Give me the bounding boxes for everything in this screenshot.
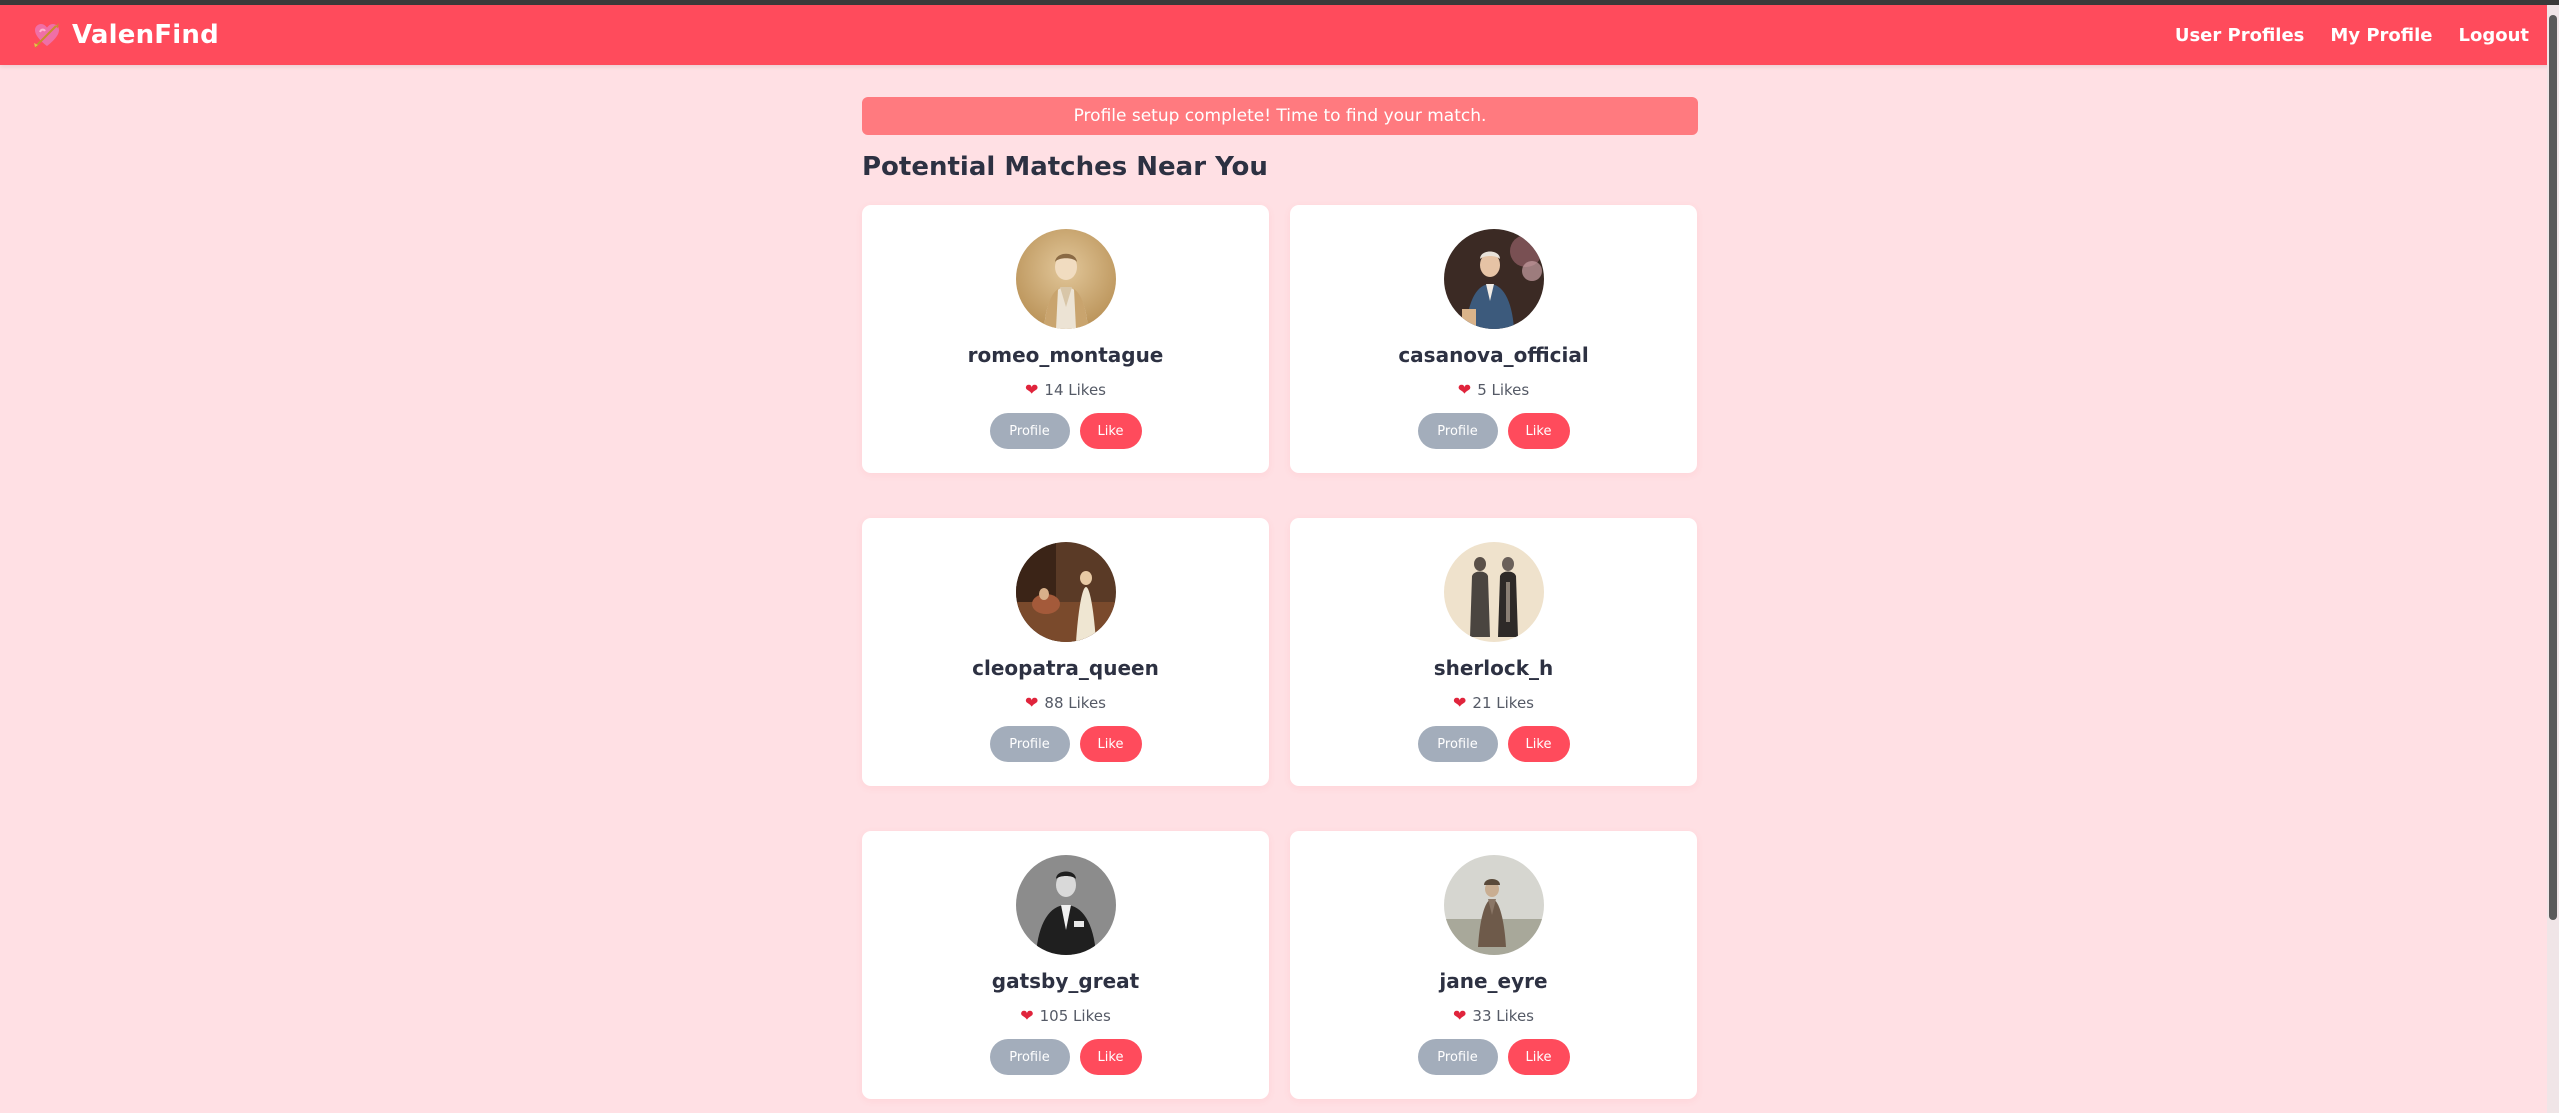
view-profile-button[interactable]: Profile xyxy=(989,413,1070,449)
cupid-arrow-heart-icon xyxy=(34,23,59,48)
flash-message: Profile setup complete! Time to find you… xyxy=(862,97,1698,135)
likes-label: 105 Likes xyxy=(1039,1006,1111,1025)
avatar xyxy=(1444,855,1544,955)
profile-card: casanova_official ❤ 5 Likes Profile Like xyxy=(1290,205,1697,473)
profile-username: cleopatra_queen xyxy=(972,656,1159,680)
like-button[interactable]: Like xyxy=(1079,726,1142,762)
card-actions: Profile Like xyxy=(1290,413,1697,449)
profile-username: sherlock_h xyxy=(1433,656,1554,680)
avatar xyxy=(1016,855,1116,955)
heart-icon: ❤ xyxy=(1453,693,1467,712)
likes-count: ❤ 21 Likes xyxy=(1290,693,1697,712)
page-scrollbar[interactable] xyxy=(2547,5,2559,1113)
profile-card: sherlock_h ❤ 21 Likes Profile Like xyxy=(1290,518,1697,786)
navbar: ValenFind User Profiles My Profile Logou… xyxy=(0,5,2559,65)
like-button[interactable]: Like xyxy=(1079,413,1142,449)
likes-label: 88 Likes xyxy=(1044,693,1106,712)
profile-card: jane_eyre ❤ 33 Likes Profile Like xyxy=(1290,831,1697,1099)
profile-username: jane_eyre xyxy=(1439,969,1548,993)
likes-label: 14 Likes xyxy=(1044,380,1106,399)
likes-count: ❤ 14 Likes xyxy=(862,380,1269,399)
likes-label: 5 Likes xyxy=(1477,380,1530,399)
likes-label: 21 Likes xyxy=(1472,693,1534,712)
likes-count: ❤ 33 Likes xyxy=(1290,1006,1697,1025)
avatar xyxy=(1016,229,1116,329)
heart-icon: ❤ xyxy=(1025,693,1039,712)
brand-name: ValenFind xyxy=(72,20,219,50)
card-actions: Profile Like xyxy=(862,1039,1269,1075)
profile-card: romeo_montague ❤ 14 Likes Profile Like xyxy=(862,205,1269,473)
view-profile-button[interactable]: Profile xyxy=(1417,1039,1498,1075)
avatar xyxy=(1444,542,1544,642)
heart-icon: ❤ xyxy=(1025,380,1039,399)
like-button[interactable]: Like xyxy=(1507,413,1570,449)
card-actions: Profile Like xyxy=(862,413,1269,449)
nav-links: User Profiles My Profile Logout xyxy=(2175,5,2529,65)
heart-icon: ❤ xyxy=(1020,1006,1034,1025)
view-profile-button[interactable]: Profile xyxy=(1417,726,1498,762)
likes-count: ❤ 105 Likes xyxy=(862,1006,1269,1025)
likes-label: 33 Likes xyxy=(1472,1006,1534,1025)
nav-logout-link[interactable]: Logout xyxy=(2458,25,2529,46)
likes-count: ❤ 5 Likes xyxy=(1290,380,1697,399)
like-button[interactable]: Like xyxy=(1507,726,1570,762)
view-profile-button[interactable]: Profile xyxy=(1417,413,1498,449)
profile-username: casanova_official xyxy=(1398,343,1589,367)
scrollbar-thumb[interactable] xyxy=(2549,15,2557,920)
like-button[interactable]: Like xyxy=(1079,1039,1142,1075)
profile-username: gatsby_great xyxy=(991,969,1140,993)
heart-icon: ❤ xyxy=(1453,1006,1467,1025)
avatar xyxy=(1444,229,1544,329)
page-title: Potential Matches Near You xyxy=(862,152,1268,182)
view-profile-button[interactable]: Profile xyxy=(989,726,1070,762)
view-profile-button[interactable]: Profile xyxy=(989,1039,1070,1075)
profile-username: romeo_montague xyxy=(967,343,1164,367)
nav-my-profile-link[interactable]: My Profile xyxy=(2330,25,2432,46)
nav-user-profiles-link[interactable]: User Profiles xyxy=(2175,25,2305,46)
profile-card: gatsby_great ❤ 105 Likes Profile Like xyxy=(862,831,1269,1099)
like-button[interactable]: Like xyxy=(1507,1039,1570,1075)
heart-icon: ❤ xyxy=(1457,380,1472,399)
card-actions: Profile Like xyxy=(1290,726,1697,762)
profile-card: cleopatra_queen ❤ 88 Likes Profile Like xyxy=(862,518,1269,786)
card-actions: Profile Like xyxy=(1290,1039,1697,1075)
avatar xyxy=(1016,542,1116,642)
card-actions: Profile Like xyxy=(862,726,1269,762)
likes-count: ❤ 88 Likes xyxy=(862,693,1269,712)
brand[interactable]: ValenFind xyxy=(32,5,219,65)
